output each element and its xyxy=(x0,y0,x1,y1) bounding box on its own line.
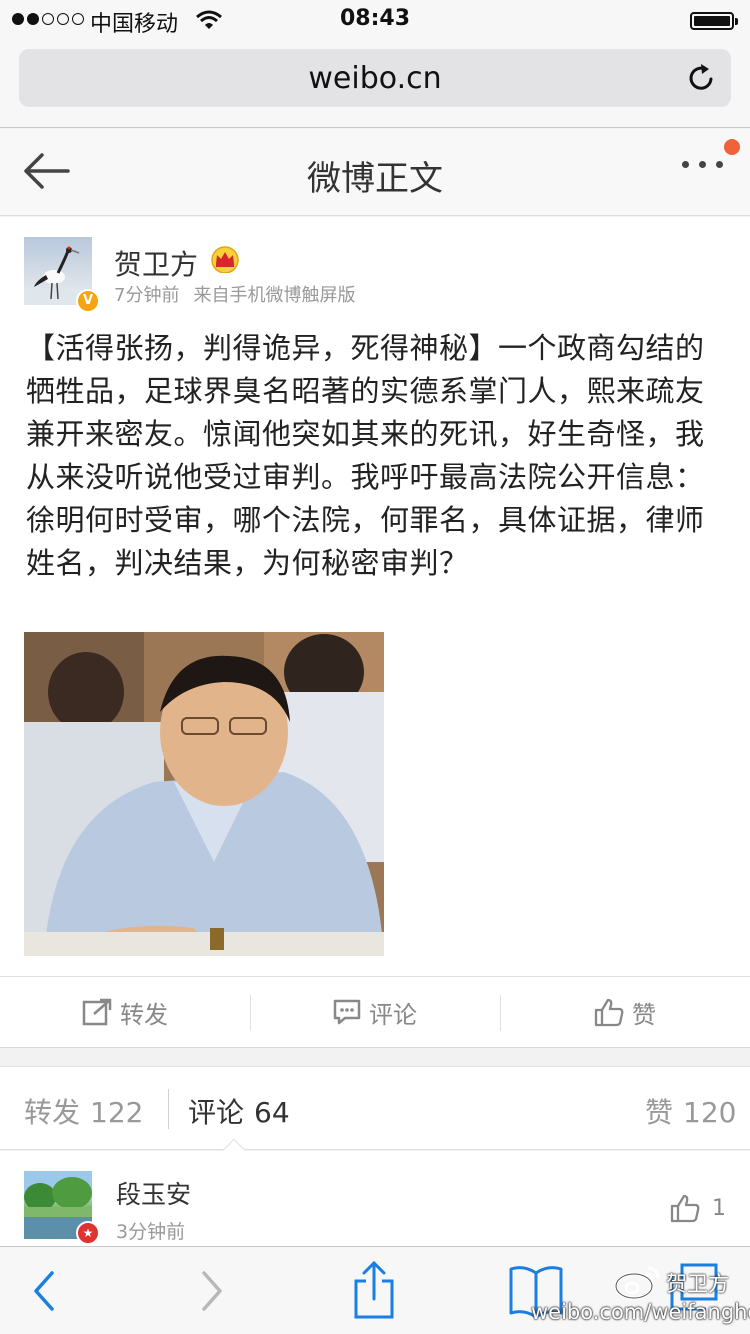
comment-button[interactable]: 评论 xyxy=(250,977,500,1047)
tab-reposts-count: 122 xyxy=(90,1096,144,1129)
comment-label: 评论 xyxy=(369,1000,417,1029)
comment-item: ★ 段玉安 3分钟前 1 xyxy=(0,1151,750,1251)
share-icon[interactable] xyxy=(352,1261,396,1321)
thumbs-up-icon xyxy=(594,998,624,1027)
page-title: 微博正文 xyxy=(307,159,443,199)
weibo-logo-icon xyxy=(614,1266,660,1300)
post-meta: 7分钟前 来自手机微博触屏版 xyxy=(114,281,355,307)
post-card: V 贺卫方 7分钟前 来自手机微博触屏版 【活得张扬，判得诡异，死得神秘】一个政商… xyxy=(0,217,750,1048)
tab-comments-count: 64 xyxy=(254,1096,290,1129)
watermark-url: weibo.com/weifanghe xyxy=(531,1300,750,1324)
commenter-name[interactable]: 段玉安 xyxy=(116,1175,191,1211)
address-bar[interactable]: weibo.cn xyxy=(19,49,731,107)
post-time: 7分钟前 xyxy=(114,285,180,306)
reload-icon[interactable] xyxy=(687,63,717,93)
watermark-name: 贺卫方 xyxy=(666,1272,729,1296)
crown-icon xyxy=(211,246,239,273)
comment-time: 3分钟前 xyxy=(116,1221,186,1243)
tab-divider xyxy=(168,1089,169,1129)
thumbs-up-icon xyxy=(670,1194,700,1223)
member-badge-icon: ★ xyxy=(76,1221,100,1245)
more-options-icon[interactable] xyxy=(682,161,723,168)
comment-like-button[interactable]: 1 xyxy=(670,1193,726,1223)
browser-address-area: weibo.cn xyxy=(0,40,750,128)
verified-badge-icon: V xyxy=(76,289,100,313)
repost-button[interactable]: 转发 xyxy=(0,977,250,1047)
repost-label: 转发 xyxy=(120,1000,168,1029)
tab-likes-count: 120 xyxy=(683,1096,737,1129)
page-header: 微博正文 xyxy=(0,129,750,216)
tab-reposts[interactable]: 转发 122 xyxy=(24,1091,143,1131)
tab-comments[interactable]: 评论 64 xyxy=(188,1091,290,1131)
clock: 08:43 xyxy=(339,6,411,31)
url-text[interactable]: weibo.cn xyxy=(19,61,731,96)
author-name[interactable]: 贺卫方 xyxy=(114,243,198,283)
comment-like-count: 1 xyxy=(712,1195,726,1221)
repost-icon xyxy=(82,998,112,1026)
comment-icon xyxy=(333,999,361,1025)
like-label: 赞 xyxy=(632,1000,656,1029)
post-text: 【活得张扬，判得诡异，死得神秘】一个政商勾结的牺牲品，足球界臭名昭著的实德系掌门… xyxy=(26,331,705,580)
forward-icon[interactable] xyxy=(196,1261,226,1321)
tab-comments-label: 评论 xyxy=(188,1096,245,1129)
photo-image xyxy=(24,632,384,956)
post-action-bar: 转发 评论 赞 xyxy=(0,976,750,1048)
tab-likes-label: 赞 xyxy=(645,1096,674,1129)
tab-reposts-label: 转发 xyxy=(24,1096,81,1129)
back-icon[interactable] xyxy=(30,1261,60,1321)
post-photo[interactable] xyxy=(24,632,384,956)
post-source: 来自手机微博触屏版 xyxy=(193,285,356,306)
tab-likes[interactable]: 赞 120 xyxy=(645,1091,736,1131)
status-bar: 中国移动 08:43 xyxy=(0,0,750,40)
like-button[interactable]: 赞 xyxy=(500,977,750,1047)
stats-tabs: 转发 122 评论 64 赞 120 xyxy=(0,1066,750,1162)
notification-dot xyxy=(724,139,740,155)
battery-icon xyxy=(690,12,738,30)
